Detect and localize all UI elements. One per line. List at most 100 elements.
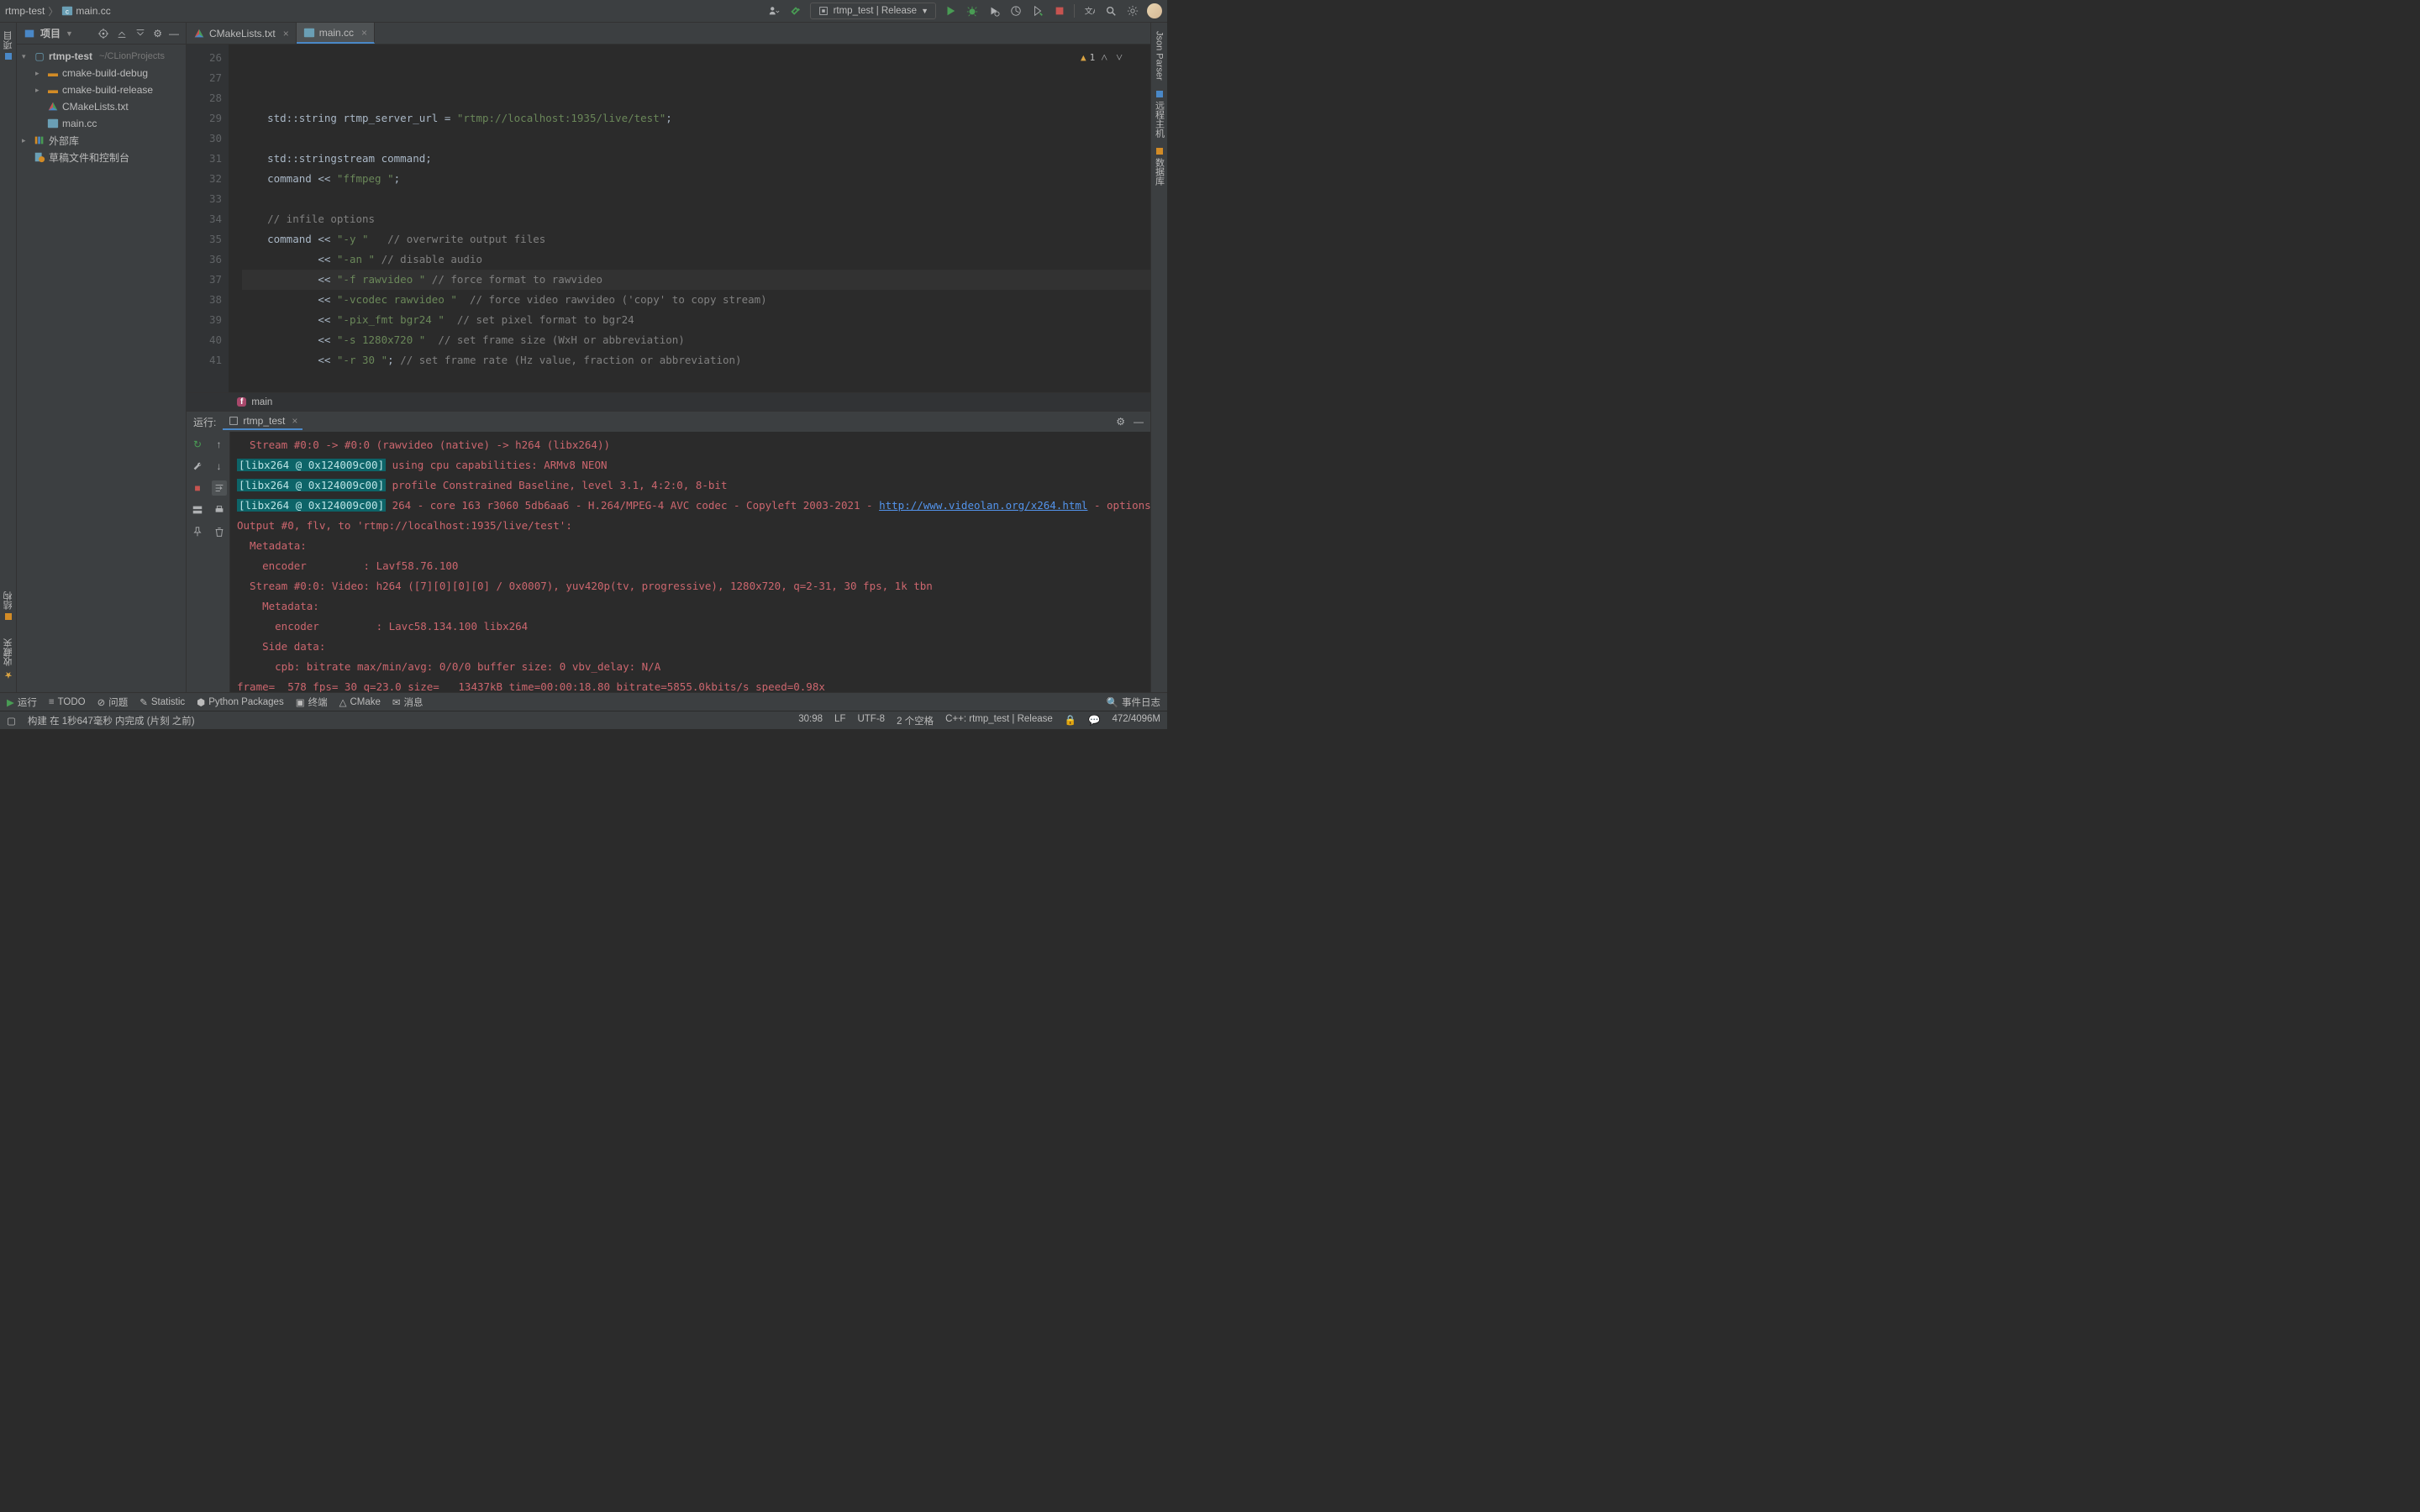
run-config-selector[interactable]: rtmp_test | Release ▼	[810, 3, 936, 19]
expand-icon[interactable]	[116, 28, 128, 39]
rerun-icon[interactable]: ↻	[190, 437, 205, 452]
bottom-messages[interactable]: ✉消息	[392, 696, 424, 709]
prev-icon[interactable]: ˄	[1101, 48, 1107, 68]
memory[interactable]: 472/4096M	[1112, 714, 1160, 727]
indent[interactable]: 2 个空格	[897, 714, 934, 727]
line-sep[interactable]: LF	[834, 714, 845, 727]
fn-chip: f	[237, 397, 246, 407]
breadcrumb-project[interactable]: rtmp-test	[5, 5, 45, 17]
profile-icon[interactable]	[1008, 3, 1023, 18]
gear-icon[interactable]: ⚙	[153, 28, 162, 39]
bottom-terminal[interactable]: ▣终端	[296, 696, 328, 709]
bottom-statistic[interactable]: ✎Statistic	[139, 696, 185, 708]
cmake-file-icon	[47, 101, 59, 113]
rail-json[interactable]: Json Parser	[1155, 26, 1165, 86]
svg-text:文A: 文A	[1085, 7, 1095, 17]
cpp-file-icon	[303, 27, 315, 39]
library-icon	[34, 134, 45, 146]
top-bar: rtmp-test 〉 c main.cc rtmp_test | Releas…	[0, 0, 1167, 23]
next-icon[interactable]: ˅	[1116, 48, 1123, 68]
tree-root[interactable]: ▾ ▢ rtmp-test ~/CLionProjects	[17, 48, 186, 65]
breadcrumb-file[interactable]: c main.cc	[61, 5, 110, 17]
chevron-down-icon[interactable]: ▼	[66, 29, 73, 38]
pin-icon[interactable]	[190, 524, 205, 539]
notification-icon[interactable]: 💬	[1088, 714, 1100, 727]
coverage-icon[interactable]	[986, 3, 1002, 18]
rail-database[interactable]: 数据库	[1153, 143, 1166, 191]
left-rail: 项目 结构 ★收藏夹	[0, 23, 17, 692]
gear-icon[interactable]: ⚙	[1116, 416, 1125, 428]
scratch-icon	[34, 151, 45, 163]
hammer-icon[interactable]	[788, 3, 803, 18]
rail-project[interactable]: 项目	[2, 26, 15, 65]
code-pane[interactable]: ▲ 1 ˄ ˅ std::string rtmp_server_url = "r…	[229, 45, 1150, 392]
down-icon[interactable]: ↓	[212, 459, 227, 474]
bottom-todo[interactable]: ≡TODO	[49, 697, 86, 707]
tree-external[interactable]: ▸ 外部库	[17, 132, 186, 149]
separator	[1074, 4, 1075, 18]
avatar[interactable]	[1147, 3, 1162, 18]
editor-body[interactable]: 26272829303132333435363738394041 ▲ 1 ˄ ˅…	[187, 45, 1150, 392]
chevron-down-icon: ▼	[921, 7, 929, 15]
translate-icon[interactable]: 文A	[1081, 3, 1097, 18]
lock-icon[interactable]: 🔒	[1065, 714, 1076, 727]
fn-name[interactable]: main	[251, 397, 272, 407]
tree-file[interactable]: CMakeLists.txt	[17, 98, 186, 115]
gear-icon[interactable]	[1125, 3, 1140, 18]
bottom-cmake[interactable]: △CMake	[339, 696, 381, 708]
rail-remote[interactable]: 远程主机	[1153, 86, 1166, 143]
up-icon[interactable]: ↑	[212, 437, 227, 452]
tree-folder[interactable]: ▸ ▬ cmake-build-release	[17, 81, 186, 98]
bottom-toolbar: ▶运行 ≡TODO ⊘问题 ✎Statistic ⬢Python Package…	[0, 692, 1167, 711]
trash-icon[interactable]	[212, 524, 227, 539]
run-toolbar-col2: ↑ ↓	[208, 432, 230, 692]
run-title: 运行:	[193, 415, 216, 429]
right-rail: Json Parser 远程主机 数据库	[1150, 23, 1167, 692]
attach-icon[interactable]	[1030, 3, 1045, 18]
rail-structure[interactable]: 结构	[2, 586, 15, 625]
run-panel: 运行: rtmp_test × ⚙ — ↻ ■	[187, 411, 1150, 692]
bottom-problems[interactable]: ⊘问题	[97, 696, 129, 709]
bottom-python[interactable]: ⬢Python Packages	[197, 696, 284, 708]
rail-favorites[interactable]: ★收藏夹	[2, 633, 15, 685]
tab-main[interactable]: main.cc ×	[297, 23, 375, 44]
run-icon[interactable]	[943, 3, 958, 18]
sidebar-header: 项目 ▼ ⚙ —	[17, 23, 186, 45]
debug-icon[interactable]	[965, 3, 980, 18]
print-icon[interactable]	[212, 502, 227, 517]
wrap-icon[interactable]	[212, 480, 227, 496]
run-tab[interactable]: rtmp_test ×	[223, 413, 302, 430]
cursor-pos[interactable]: 30:98	[798, 714, 823, 727]
wrench-icon[interactable]	[190, 459, 205, 474]
close-icon[interactable]: ×	[361, 27, 367, 39]
run-header: 运行: rtmp_test × ⚙ —	[187, 412, 1150, 432]
editor-tabs: CMakeLists.txt × main.cc ×	[187, 23, 1150, 45]
editor-breadcrumb: f main	[187, 392, 1150, 411]
user-dropdown-icon[interactable]	[766, 3, 781, 18]
close-icon[interactable]: ×	[292, 415, 297, 427]
stop-icon[interactable]	[1052, 3, 1067, 18]
encoding[interactable]: UTF-8	[857, 714, 885, 727]
bottom-run[interactable]: ▶运行	[7, 696, 37, 709]
stop-icon[interactable]: ■	[190, 480, 205, 496]
project-tree: ▾ ▢ rtmp-test ~/CLionProjects ▸ ▬ cmake-…	[17, 45, 186, 169]
console-output[interactable]: Stream #0:0 -> #0:0 (rawvideo (native) -…	[230, 432, 1150, 692]
event-log[interactable]: 🔍事件日志	[1107, 696, 1160, 709]
locate-icon[interactable]	[97, 28, 109, 39]
hide-icon[interactable]: —	[1134, 416, 1144, 428]
run-toolbar-col1: ↻ ■	[187, 432, 208, 692]
cmake-file-icon	[193, 28, 205, 39]
tree-file[interactable]: main.cc	[17, 115, 186, 132]
layout-icon[interactable]	[190, 502, 205, 517]
toolwindow-icon[interactable]: ▢	[7, 715, 16, 727]
close-icon[interactable]: ×	[283, 28, 289, 39]
warning-icon: ▲	[1081, 48, 1086, 68]
tree-folder[interactable]: ▸ ▬ cmake-build-debug	[17, 65, 186, 81]
hide-icon[interactable]: —	[169, 28, 179, 39]
tab-cmakelists[interactable]: CMakeLists.txt ×	[187, 23, 297, 44]
search-icon[interactable]	[1103, 3, 1118, 18]
inspection-badge[interactable]: ▲ 1 ˄ ˅	[1081, 48, 1125, 68]
tree-scratch[interactable]: 草稿文件和控制台	[17, 149, 186, 165]
context[interactable]: C++: rtmp_test | Release	[945, 714, 1053, 727]
collapse-icon[interactable]	[134, 28, 146, 39]
